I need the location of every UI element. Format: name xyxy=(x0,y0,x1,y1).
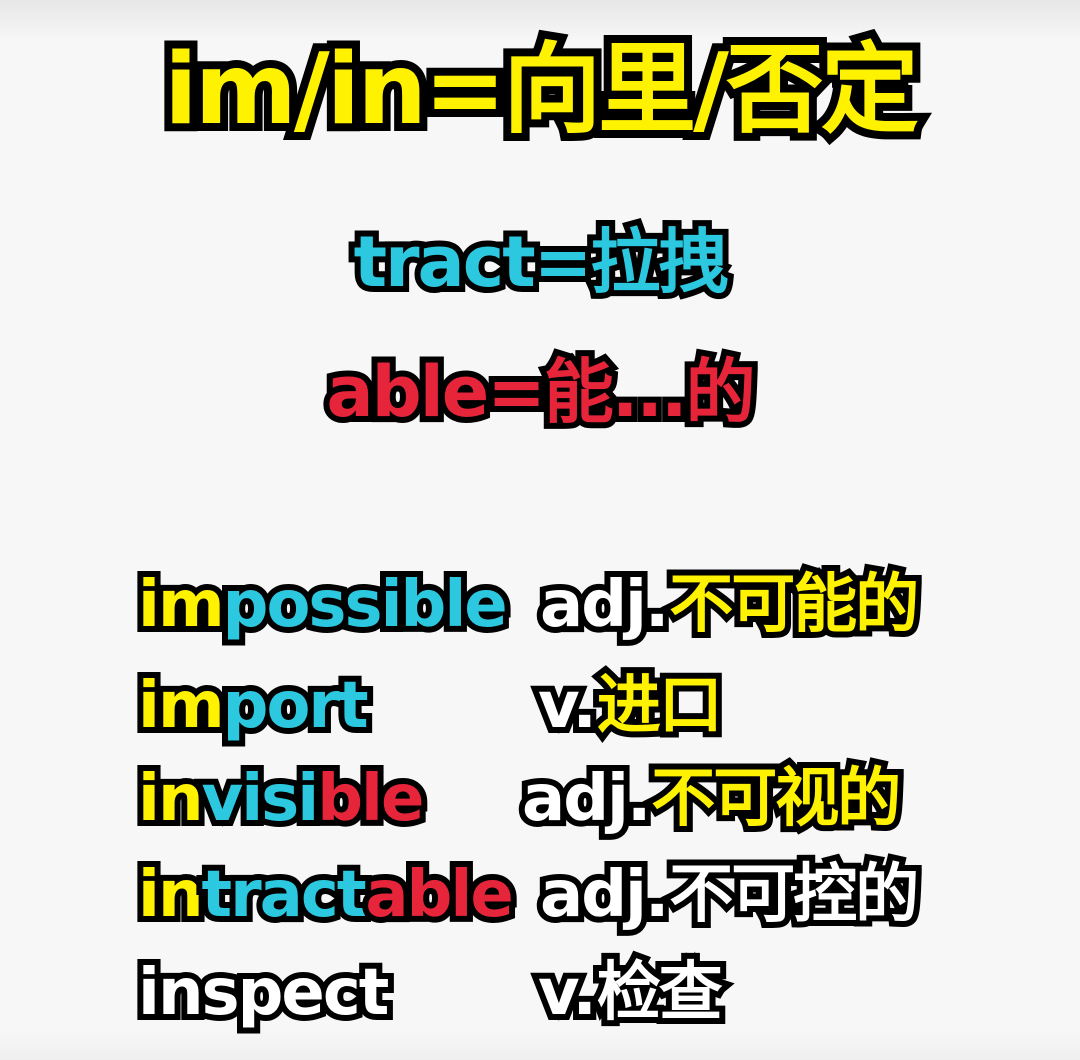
part-of-speech: v. xyxy=(532,663,603,749)
page-title: im/in=向里/否定 xyxy=(0,25,1080,155)
vocab-definition: v.进口 xyxy=(532,663,729,749)
vocab-definition: adj.不可能的 xyxy=(534,562,925,648)
meaning: 进口 xyxy=(591,663,729,749)
vocab-row-intractable: intractable adj.不可控的 xyxy=(0,852,1080,942)
word-prefix: in xyxy=(132,756,209,842)
vocab-definition: v.检查 xyxy=(532,950,729,1036)
title-rest: =向里/否定 xyxy=(416,25,927,155)
vocab-definition: adj.不可控的 xyxy=(534,852,925,938)
word-suffix: able xyxy=(359,852,519,938)
word-root: possible xyxy=(217,562,514,648)
vocab-word: intractable xyxy=(132,852,520,938)
meaning: 不可能的 xyxy=(663,562,925,648)
vocab-word: import xyxy=(132,663,375,749)
vocab-word: inspect xyxy=(132,950,395,1036)
word-prefix: im xyxy=(132,663,231,749)
vocab-word: impossible xyxy=(132,562,514,648)
vocab-definition: adj.不可视的 xyxy=(516,756,907,842)
vocab-word: invisible xyxy=(132,756,430,842)
word-root: port xyxy=(217,663,375,749)
meaning: 检查 xyxy=(591,950,729,1036)
meaning: 不可视的 xyxy=(645,756,907,842)
part-of-speech: adj. xyxy=(516,756,657,842)
root-definition: tract=拉拽 xyxy=(348,215,735,309)
meaning: 不可控的 xyxy=(663,852,925,938)
vocab-row-invisible: invisible adj.不可视的 xyxy=(0,756,1080,846)
word-prefix: im xyxy=(132,562,231,648)
vocab-row-impossible: impossible adj.不可能的 xyxy=(0,562,1080,652)
vocab-row-import: import v.进口 xyxy=(0,663,1080,753)
word-suffix: ble xyxy=(311,756,430,842)
vocab-row-inspect: inspect v.检查 xyxy=(0,950,1080,1040)
word-prefix: in xyxy=(132,852,209,938)
word-root: visi xyxy=(196,756,326,842)
suffix-definition: able=能...的 xyxy=(320,345,761,439)
word-plain: inspect xyxy=(132,950,395,1036)
part-of-speech: v. xyxy=(532,950,603,1036)
word-root: tract xyxy=(196,852,374,938)
part-of-speech: adj. xyxy=(534,852,675,938)
part-of-speech: adj. xyxy=(534,562,675,648)
title-prefix: im/in xyxy=(156,25,435,155)
